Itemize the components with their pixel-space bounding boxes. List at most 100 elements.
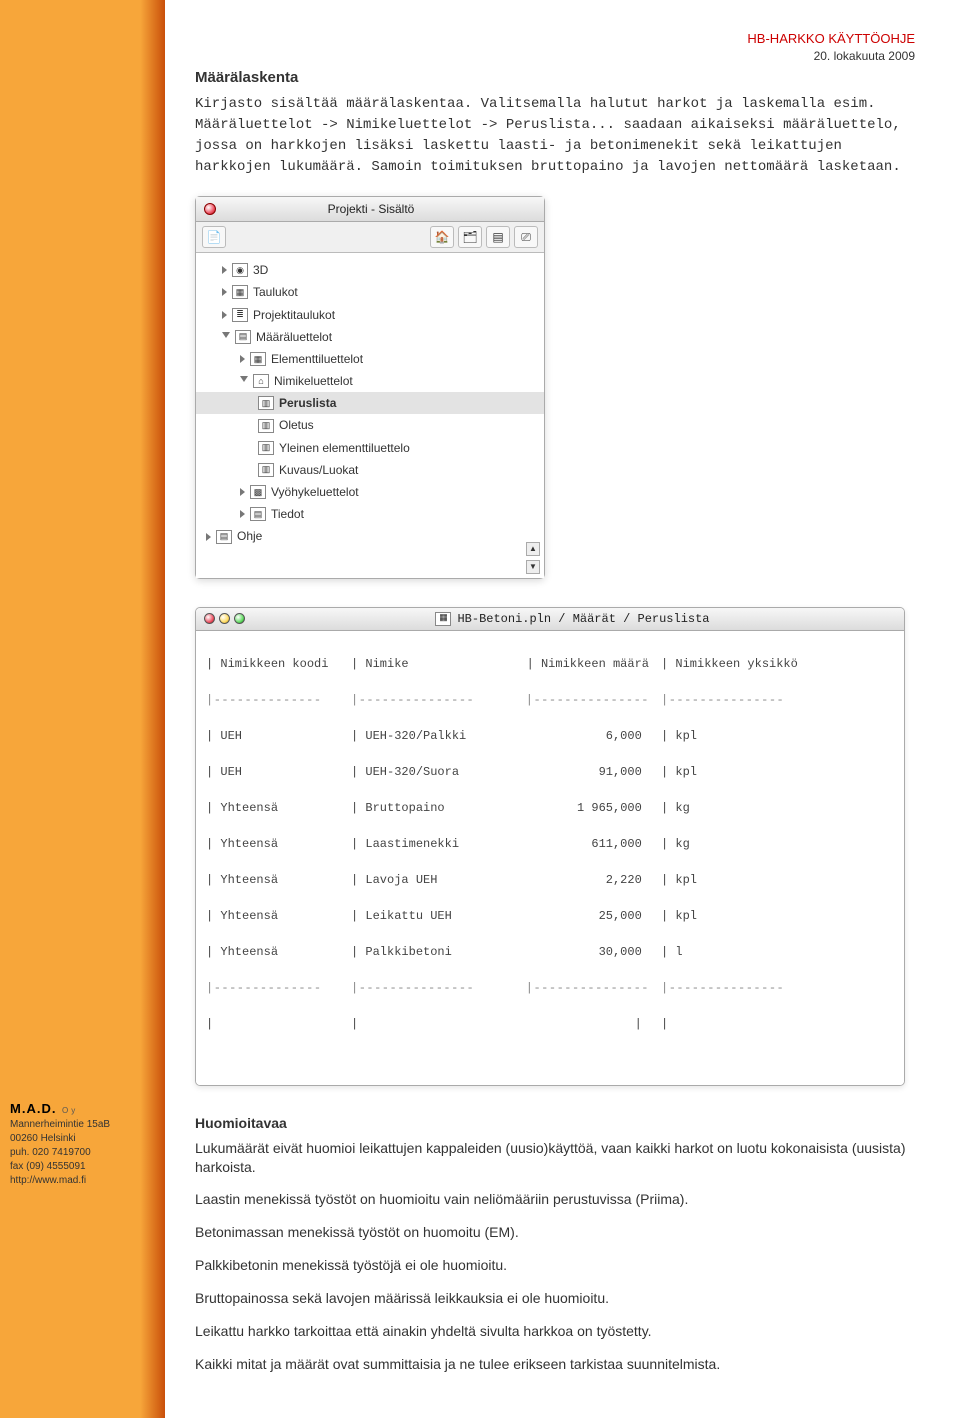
layout-icon[interactable]: ▤ <box>486 226 510 248</box>
scroll-up-icon[interactable]: ▲ <box>526 542 540 556</box>
home-icon[interactable]: 🏠 <box>430 226 454 248</box>
tree-label: Elementtiluettelot <box>271 351 363 367</box>
note-paragraph: Palkkibetonin menekissä työstöjä ei ole … <box>195 1256 915 1275</box>
scroll-down-icon[interactable]: ▼ <box>526 560 540 574</box>
disclosure-triangle-icon[interactable] <box>222 288 227 296</box>
help-icon: ▤ <box>216 530 232 544</box>
tree-item-oletus[interactable]: ▥ Oletus <box>196 414 544 436</box>
tree-label: Projektitaulukot <box>253 307 335 323</box>
col-header: Nimikkeen määrä <box>541 657 649 671</box>
url-line: http://www.mad.fi <box>10 1174 165 1188</box>
new-document-icon[interactable]: 📄 <box>202 226 226 248</box>
tree-item-yleinen[interactable]: ▥ Yleinen elementtiluettelo <box>196 437 544 459</box>
tree-item-taulukot[interactable]: ▦Taulukot <box>196 281 544 303</box>
table-icon: ▦ <box>232 285 248 299</box>
divider-row: |--------------|---------------|--------… <box>206 979 894 997</box>
disclosure-triangle-icon[interactable] <box>240 355 245 363</box>
doc-date: 20. lokakuuta 2009 <box>195 48 915 64</box>
sidebar: M.A.D. Oy Mannerheimintie 15aB 00260 Hel… <box>0 0 165 1418</box>
palette-titlebar: Projekti - Sisältö <box>196 197 544 222</box>
info-icon: ▤ <box>250 507 266 521</box>
component-icon: ⌂ <box>253 374 269 388</box>
disclosure-triangle-icon[interactable] <box>240 488 245 496</box>
tree-item-3d[interactable]: ◉3D <box>196 259 544 281</box>
col-header: Nimikkeen koodi <box>220 657 328 671</box>
minimize-icon[interactable] <box>219 613 230 624</box>
list-icon: ▤ <box>235 330 251 344</box>
document-icon: ▦ <box>435 612 451 626</box>
disclosure-triangle-icon[interactable] <box>240 376 248 386</box>
table-row: | UEH| UEH-320/Palkki6,000 | kpl <box>206 727 894 745</box>
listwin-title: ▦HB-Betoni.pln / Määrät / Peruslista <box>249 611 896 627</box>
note-paragraph: Leikattu harkko tarkoittaa että ainakin … <box>195 1322 915 1341</box>
table-header-row: | Nimikkeen koodi| Nimike| Nimikkeen mää… <box>206 655 894 673</box>
tree-label: Kuvaus/Luokat <box>279 462 358 478</box>
doc-header: HB-HARKKO KÄYTTÖOHJE 20. lokakuuta 2009 <box>195 30 915 64</box>
section-title: Määrälaskenta <box>195 68 915 88</box>
tree-label: Määräluettelot <box>256 329 332 345</box>
tree-item-projektitaulukot[interactable]: ≣ Projektitaulukot <box>196 304 544 326</box>
tree-label: Nimikeluettelot <box>274 373 353 389</box>
tree-item-elementtiluettelot[interactable]: ▦ Elementtiluettelot <box>196 348 544 370</box>
listwin-titlebar: ▦HB-Betoni.pln / Määrät / Peruslista <box>196 608 904 631</box>
tree-item-nimikeluettelot[interactable]: ⌂ Nimikeluettelot <box>196 370 544 392</box>
company-suffix: Oy <box>62 1106 78 1115</box>
disclosure-triangle-icon[interactable] <box>222 332 230 342</box>
intro-paragraph: Kirjasto sisältää määrälaskentaa. Valits… <box>195 94 915 178</box>
table-row: | Yhteensä| Palkkibetoni30,000 | l <box>206 943 894 961</box>
table-row: | Yhteensä| Bruttopaino1 965,000 | kg <box>206 799 894 817</box>
tree-label: 3D <box>253 262 268 278</box>
page-icon: ▥ <box>258 419 274 433</box>
fax-line: fax (09) 4555091 <box>10 1160 165 1174</box>
palette-toolbar: 📄 🏠 🗂 ▤ ⎚ <box>196 222 544 253</box>
col-header: Nimike <box>365 657 408 671</box>
list-window: ▦HB-Betoni.pln / Määrät / Peruslista | N… <box>195 607 905 1086</box>
tel-line: puh. 020 7419700 <box>10 1146 165 1160</box>
page-icon: ▥ <box>258 463 274 477</box>
tree-item-peruslista[interactable]: ▥ Peruslista <box>196 392 544 414</box>
notes-title: Huomioitavaa <box>195 1114 915 1133</box>
note-paragraph: Laastin menekissä työstöt on huomioitu v… <box>195 1190 915 1209</box>
close-icon[interactable] <box>204 203 216 215</box>
tree-label: Ohje <box>237 528 262 544</box>
col-header: Nimikkeen yksikkö <box>675 657 797 671</box>
list-icon: ≣ <box>232 308 248 322</box>
tree-label: Vyöhykeluettelot <box>271 484 359 500</box>
tree-item-maaraluettelot[interactable]: ▤ Määräluettelot <box>196 326 544 348</box>
main-content: HB-HARKKO KÄYTTÖOHJE 20. lokakuuta 2009 … <box>165 0 960 1418</box>
page-icon: ▥ <box>258 441 274 455</box>
table-row: | UEH| UEH-320/Suora91,000 | kpl <box>206 763 894 781</box>
disclosure-triangle-icon[interactable] <box>222 266 227 274</box>
tree-view: ◉3D ▦Taulukot ≣ Projektitaulukot ▤ Määrälu… <box>196 253 544 577</box>
zone-icon: ▩ <box>250 485 266 499</box>
listwin-body: | Nimikkeen koodi| Nimike| Nimikkeen mää… <box>196 631 904 1085</box>
tree-item-tiedot[interactable]: ▤ Tiedot <box>196 503 544 525</box>
view-icon[interactable]: ⎚ <box>514 226 538 248</box>
page-icon: ▥ <box>258 396 274 410</box>
tree-item-ohje[interactable]: ▤ Ohje <box>196 525 544 547</box>
tree-label: Yleinen elementtiluettelo <box>279 440 410 456</box>
folder-icon[interactable]: 🗂 <box>458 226 482 248</box>
close-icon[interactable] <box>204 613 215 624</box>
note-paragraph: Kaikki mitat ja määrät ovat summittaisia… <box>195 1355 915 1374</box>
disclosure-triangle-icon[interactable] <box>206 533 211 541</box>
tree-item-kuvaus[interactable]: ▥ Kuvaus/Luokat <box>196 459 544 481</box>
tree-label: Peruslista <box>279 395 336 411</box>
table-row: | Yhteensä| Lavoja UEH2,220 | kpl <box>206 871 894 889</box>
note-paragraph: Lukumäärät eivät huomioi leikattujen kap… <box>195 1139 915 1177</box>
zoom-icon[interactable] <box>234 613 245 624</box>
table-row: ||| | <box>206 1015 894 1033</box>
company-name: M.A.D. <box>10 1101 56 1116</box>
disclosure-triangle-icon[interactable] <box>222 311 227 319</box>
table-row: | Yhteensä| Laastimenekki611,000 | kg <box>206 835 894 853</box>
scroll-arrows: ▲ ▼ <box>526 542 540 574</box>
disclosure-triangle-icon[interactable] <box>240 510 245 518</box>
addr-line: 00260 Helsinki <box>10 1132 165 1146</box>
note-paragraph: Bruttopainossa sekä lavojen määrissä lei… <box>195 1289 915 1308</box>
element-icon: ▦ <box>250 352 266 366</box>
divider-row: |--------------|---------------|--------… <box>206 691 894 709</box>
tree-item-vyohyke[interactable]: ▩ Vyöhykeluettelot <box>196 481 544 503</box>
tree-label: Oletus <box>279 417 314 433</box>
addr-line: Mannerheimintie 15aB <box>10 1118 165 1132</box>
tree-label: Tiedot <box>271 506 304 522</box>
